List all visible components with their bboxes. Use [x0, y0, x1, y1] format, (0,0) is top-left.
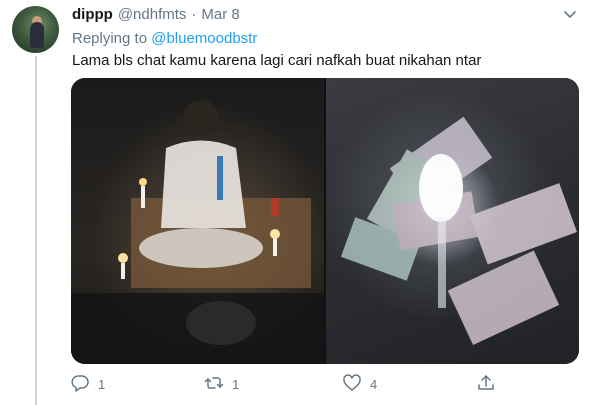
- chevron-down-icon[interactable]: [562, 6, 578, 22]
- heart-icon: [342, 373, 362, 396]
- reply-count: 1: [98, 376, 106, 392]
- user-handle[interactable]: @ndhfmts: [118, 6, 187, 23]
- like-button[interactable]: 4: [342, 372, 377, 396]
- replying-mention-link[interactable]: @bluemoodbstr: [151, 30, 257, 47]
- replying-prefix: Replying to: [72, 30, 148, 47]
- display-name[interactable]: dippp: [72, 6, 113, 23]
- retweet-count: 1: [232, 376, 240, 392]
- photo-candles[interactable]: [71, 78, 324, 364]
- tweet-header: dippp @ndhfmts · Mar 8: [72, 6, 240, 26]
- separator-dot: ·: [191, 6, 197, 23]
- retweet-icon: [204, 373, 224, 396]
- tweet-actions: 1 1 4: [66, 372, 586, 396]
- tweet[interactable]: dippp @ndhfmts · Mar 8 Replying to @blue…: [0, 0, 591, 405]
- tweet-date[interactable]: Mar 8: [201, 6, 239, 23]
- media-grid: [71, 78, 579, 364]
- reply-button[interactable]: 1: [70, 372, 105, 396]
- thread-line: [35, 56, 37, 405]
- reply-icon: [70, 373, 90, 396]
- share-button[interactable]: [476, 372, 496, 396]
- replying-to: Replying to @bluemoodbstr: [72, 30, 257, 47]
- tweet-text: Lama bls chat kamu karena lagi cari nafk…: [72, 52, 482, 69]
- retweet-button[interactable]: 1: [204, 372, 239, 396]
- share-icon: [476, 373, 496, 396]
- avatar-person: [30, 22, 44, 48]
- photo-money[interactable]: [326, 78, 579, 364]
- avatar[interactable]: [12, 6, 59, 53]
- like-count: 4: [370, 376, 378, 392]
